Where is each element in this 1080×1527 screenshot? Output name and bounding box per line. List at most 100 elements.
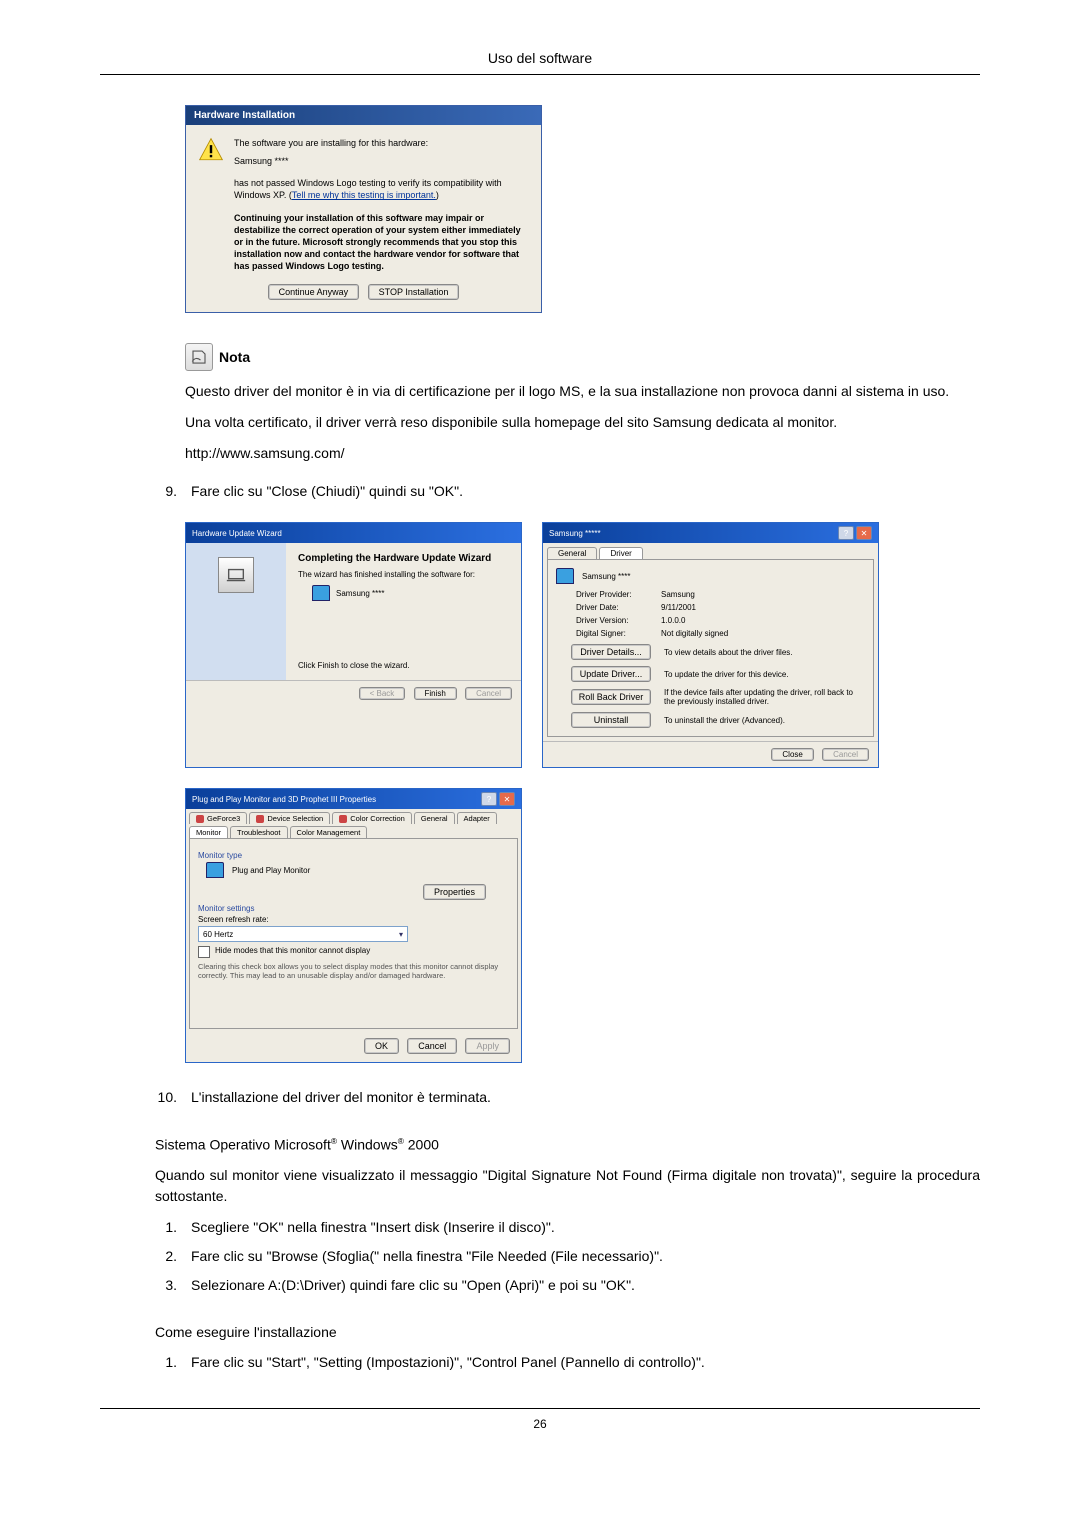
- signer-label: Digital Signer:: [576, 629, 661, 638]
- note-paragraph-2: Una volta certificato, il driver verrà r…: [185, 412, 980, 433]
- dsnf-step3-text: Selezionare A:(D:\Driver) quindi fare cl…: [191, 1275, 635, 1296]
- tab-color-management[interactable]: Color Management: [290, 826, 368, 838]
- driver-cancel-button: Cancel: [822, 748, 869, 761]
- mon-apply-button: Apply: [465, 1038, 510, 1054]
- mon-title-text: Plug and Play Monitor and 3D Prophet III…: [192, 795, 376, 804]
- hw-device: Samsung ****: [234, 155, 529, 167]
- nvidia-icon: [196, 815, 204, 823]
- monitor-icon: [312, 585, 330, 601]
- hw-install-titlebar: Hardware Installation: [186, 106, 541, 125]
- monitor-type-value: Plug and Play Monitor: [232, 866, 310, 875]
- step-10-number: 10.: [155, 1087, 177, 1108]
- note-label: Nota: [219, 349, 250, 365]
- help-icon[interactable]: ?: [481, 792, 497, 806]
- hide-modes-checkbox[interactable]: [198, 946, 210, 958]
- hide-modes-label: Hide modes that this monitor cannot disp…: [215, 946, 370, 955]
- help-icon[interactable]: ?: [838, 526, 854, 540]
- wizard-title-text: Hardware Update Wizard: [192, 529, 282, 538]
- header-rule: [100, 74, 980, 75]
- hw-install-text: The software you are installing for this…: [234, 137, 529, 272]
- dsnf-paragraph: Quando sul monitor viene visualizzato il…: [155, 1165, 980, 1207]
- wizard-cancel-button: Cancel: [465, 687, 512, 700]
- refresh-rate-select[interactable]: 60 Hertz ▾: [198, 926, 408, 942]
- monitor-properties-dialog: Plug and Play Monitor and 3D Prophet III…: [185, 788, 522, 1063]
- continue-anyway-button[interactable]: Continue Anyway: [268, 284, 360, 300]
- note-icon: [185, 343, 213, 371]
- tab-monitor[interactable]: Monitor: [189, 826, 228, 838]
- footer-rule: [100, 1408, 980, 1409]
- refresh-rate-value: 60 Hertz: [203, 930, 233, 939]
- tab-general[interactable]: General: [414, 812, 455, 824]
- samsung-url: http://www.samsung.com/: [185, 445, 980, 461]
- page-number: 26: [100, 1417, 980, 1431]
- uninstall-driver-button[interactable]: Uninstall: [571, 712, 651, 728]
- install-step1-text: Fare clic su "Start", "Setting (Impostaz…: [191, 1352, 705, 1373]
- wizard-device: Samsung ****: [336, 589, 384, 598]
- hw-line2b: ): [436, 190, 439, 200]
- monitor-properties-button[interactable]: Properties: [423, 884, 486, 900]
- tab-adapter[interactable]: Adapter: [457, 812, 497, 824]
- update-driver-button[interactable]: Update Driver...: [571, 666, 651, 682]
- driver-device: Samsung ****: [582, 572, 630, 581]
- dsnf-step1-num: 1.: [155, 1217, 177, 1238]
- wizard-line1: The wizard has finished installing the s…: [298, 570, 509, 579]
- nvidia-icon: [256, 815, 264, 823]
- mon-cancel-button[interactable]: Cancel: [407, 1038, 457, 1054]
- uninstall-driver-desc: To uninstall the driver (Advanced).: [664, 716, 865, 725]
- stop-installation-button[interactable]: STOP Installation: [368, 284, 460, 300]
- os2000-pre: Sistema Operativo Microsoft: [155, 1137, 331, 1153]
- version-value: 1.0.0.0: [661, 616, 685, 625]
- warning-icon: [198, 137, 224, 272]
- wizard-line2: Click Finish to close the wizard.: [298, 661, 509, 670]
- step-9-number: 9.: [155, 481, 177, 502]
- version-label: Driver Version:: [576, 616, 661, 625]
- wizard-titlebar: Hardware Update Wizard: [186, 523, 521, 543]
- provider-label: Driver Provider:: [576, 590, 661, 599]
- monitor-type-group: Monitor type: [198, 851, 509, 860]
- driver-close-button[interactable]: Close: [771, 748, 813, 761]
- driver-details-button[interactable]: Driver Details...: [571, 644, 651, 660]
- hw-logo-link[interactable]: Tell me why this testing is important.: [292, 190, 436, 200]
- tab-general[interactable]: General: [547, 547, 597, 559]
- dsnf-step2-num: 2.: [155, 1246, 177, 1267]
- signer-value: Not digitally signed: [661, 629, 728, 638]
- rollback-driver-button[interactable]: Roll Back Driver: [571, 689, 651, 705]
- dsnf-step2-text: Fare clic su "Browse (Sfoglia(" nella fi…: [191, 1246, 663, 1267]
- tab-geforce3[interactable]: GeForce3: [189, 812, 247, 824]
- step-9-text: Fare clic su "Close (Chiudi)" quindi su …: [191, 481, 463, 502]
- dsnf-step3-num: 3.: [155, 1275, 177, 1296]
- tab-devsel-label: Device Selection: [267, 814, 323, 823]
- tab-driver[interactable]: Driver: [599, 547, 642, 559]
- step-10-text: L'installazione del driver del monitor è…: [191, 1087, 491, 1108]
- wizard-back-button: < Back: [359, 687, 406, 700]
- monitor-icon: [206, 862, 224, 878]
- tab-troubleshoot[interactable]: Troubleshoot: [230, 826, 288, 838]
- hw-line1: The software you are installing for this…: [234, 137, 529, 149]
- install-step1-num: 1.: [155, 1352, 177, 1373]
- update-driver-desc: To update the driver for this device.: [664, 670, 865, 679]
- os2000-mid: Windows: [337, 1137, 398, 1153]
- close-icon[interactable]: ✕: [856, 526, 872, 540]
- close-icon[interactable]: ✕: [499, 792, 515, 806]
- date-value: 9/11/2001: [661, 603, 696, 612]
- provider-value: Samsung: [661, 590, 695, 599]
- note-paragraph-1: Questo driver del monitor è in via di ce…: [185, 381, 980, 402]
- chevron-down-icon: ▾: [399, 930, 403, 939]
- rollback-driver-desc: If the device fails after updating the d…: [664, 688, 865, 706]
- hw-warning-bold: Continuing your installation of this sof…: [234, 212, 529, 273]
- tab-geforce3-label: GeForce3: [207, 814, 240, 823]
- wizard-heading: Completing the Hardware Update Wizard: [298, 553, 509, 564]
- wizard-sidebar-image: [186, 543, 286, 680]
- monitor-settings-group: Monitor settings: [198, 904, 509, 913]
- tab-device-selection[interactable]: Device Selection: [249, 812, 330, 824]
- page-header: Uso del software: [100, 50, 980, 66]
- nvidia-icon: [339, 815, 347, 823]
- mon-ok-button[interactable]: OK: [364, 1038, 399, 1054]
- tab-colorcorr-label: Color Correction: [350, 814, 405, 823]
- hide-modes-desc: Clearing this check box allows you to se…: [198, 962, 509, 980]
- driver-details-desc: To view details about the driver files.: [664, 648, 865, 657]
- date-label: Driver Date:: [576, 603, 661, 612]
- tab-color-correction[interactable]: Color Correction: [332, 812, 412, 824]
- driver-properties-dialog: Samsung ***** ? ✕ General Driver Samsung…: [542, 522, 879, 768]
- wizard-finish-button[interactable]: Finish: [414, 687, 457, 700]
